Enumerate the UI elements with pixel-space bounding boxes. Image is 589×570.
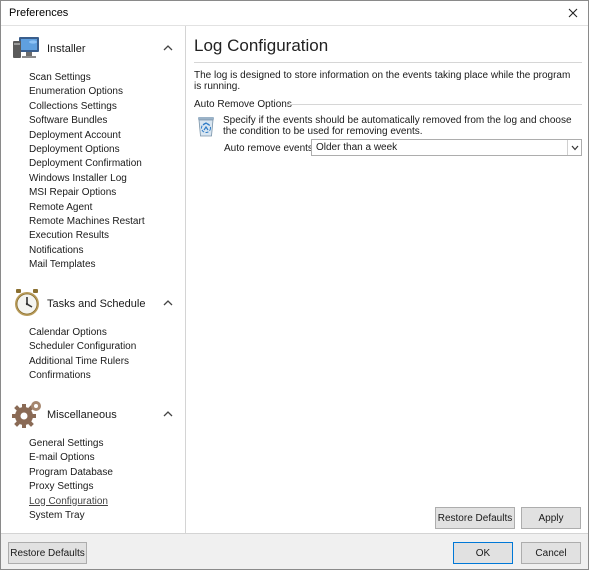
close-icon[interactable] bbox=[562, 3, 584, 23]
monitor-icon bbox=[11, 32, 43, 64]
sidebar-item-scheduler-configuration[interactable]: Scheduler Configuration bbox=[29, 340, 179, 354]
preferences-window: Preferences Installer Scan Settings Enum… bbox=[0, 0, 589, 570]
sidebar-item-enumeration-options[interactable]: Enumeration Options bbox=[29, 85, 179, 99]
sidebar-item-email-options[interactable]: E-mail Options bbox=[29, 451, 179, 465]
section-title: Auto Remove Options bbox=[194, 99, 292, 110]
sidebar-item-program-database[interactable]: Program Database bbox=[29, 466, 179, 480]
section-description: Specify if the events should be automati… bbox=[223, 115, 572, 137]
installer-items: Scan Settings Enumeration Options Collec… bbox=[29, 71, 179, 272]
group-header-tasks-and-schedule[interactable]: Tasks and Schedule bbox=[1, 287, 186, 323]
sidebar-item-execution-results[interactable]: Execution Results bbox=[29, 229, 179, 243]
auto-remove-label: Auto remove events: bbox=[224, 143, 316, 154]
restore-defaults-button[interactable]: Restore Defaults bbox=[8, 542, 87, 564]
group-label: Miscellaneous bbox=[47, 409, 117, 421]
sidebar-item-remote-machines-restart[interactable]: Remote Machines Restart bbox=[29, 215, 179, 229]
auto-remove-select[interactable]: Older than a week bbox=[311, 139, 582, 156]
page-title: Log Configuration bbox=[194, 36, 329, 55]
sidebar-item-system-tray[interactable]: System Tray bbox=[29, 509, 179, 523]
sidebar-item-msi-repair-options[interactable]: MSI Repair Options bbox=[29, 186, 179, 200]
sidebar-item-mail-templates[interactable]: Mail Templates bbox=[29, 258, 179, 272]
chevron-down-icon[interactable] bbox=[567, 140, 581, 155]
sidebar-item-calendar-options[interactable]: Calendar Options bbox=[29, 326, 179, 340]
sidebar-item-confirmations[interactable]: Confirmations bbox=[29, 369, 179, 383]
group-header-miscellaneous[interactable]: Miscellaneous bbox=[1, 398, 186, 434]
gears-icon bbox=[11, 398, 43, 430]
sidebar-item-deployment-confirmation[interactable]: Deployment Confirmation bbox=[29, 157, 179, 171]
title-bar: Preferences bbox=[1, 1, 588, 25]
sidebar-item-collections-settings[interactable]: Collections Settings bbox=[29, 100, 179, 114]
misc-items: General Settings E-mail Options Program … bbox=[29, 437, 179, 523]
chevron-up-icon[interactable] bbox=[162, 297, 174, 309]
dialog-footer: Restore Defaults OK Cancel bbox=[1, 533, 588, 569]
apply-button[interactable]: Apply bbox=[521, 507, 581, 529]
chevron-up-icon[interactable] bbox=[162, 408, 174, 420]
page-description: The log is designed to store information… bbox=[194, 70, 571, 92]
recycle-bin-icon bbox=[195, 114, 217, 138]
sidebar-item-scan-settings[interactable]: Scan Settings bbox=[29, 71, 179, 85]
sidebar-item-proxy-settings[interactable]: Proxy Settings bbox=[29, 480, 179, 494]
ok-button[interactable]: OK bbox=[453, 542, 513, 564]
cancel-button[interactable]: Cancel bbox=[521, 542, 581, 564]
auto-remove-value: Older than a week bbox=[316, 142, 398, 153]
group-label: Installer bbox=[47, 43, 86, 55]
sidebar-item-software-bundles[interactable]: Software Bundles bbox=[29, 114, 179, 128]
group-label: Tasks and Schedule bbox=[47, 298, 146, 310]
dialog-body: Installer Scan Settings Enumeration Opti… bbox=[1, 25, 588, 534]
tasks-items: Calendar Options Scheduler Configuration… bbox=[29, 326, 179, 384]
sidebar-item-log-configuration[interactable]: Log Configuration bbox=[29, 495, 179, 509]
title-divider bbox=[194, 62, 582, 63]
chevron-up-icon[interactable] bbox=[162, 42, 174, 54]
sidebar-item-windows-installer-log[interactable]: Windows Installer Log bbox=[29, 172, 179, 186]
sidebar-item-deployment-account[interactable]: Deployment Account bbox=[29, 129, 179, 143]
sidebar-item-remote-agent[interactable]: Remote Agent bbox=[29, 201, 179, 215]
sidebar-item-additional-time-rulers[interactable]: Additional Time Rulers bbox=[29, 355, 179, 369]
group-header-installer[interactable]: Installer bbox=[1, 32, 186, 68]
sidebar: Installer Scan Settings Enumeration Opti… bbox=[1, 26, 186, 534]
window-title: Preferences bbox=[9, 7, 69, 19]
section-divider bbox=[287, 104, 582, 105]
clock-icon bbox=[11, 287, 43, 319]
sidebar-item-general-settings[interactable]: General Settings bbox=[29, 437, 179, 451]
restore-defaults-page-button[interactable]: Restore Defaults bbox=[435, 507, 515, 529]
main-panel: Log Configuration The log is designed to… bbox=[187, 26, 588, 534]
sidebar-item-deployment-options[interactable]: Deployment Options bbox=[29, 143, 179, 157]
sidebar-item-notifications[interactable]: Notifications bbox=[29, 244, 179, 258]
